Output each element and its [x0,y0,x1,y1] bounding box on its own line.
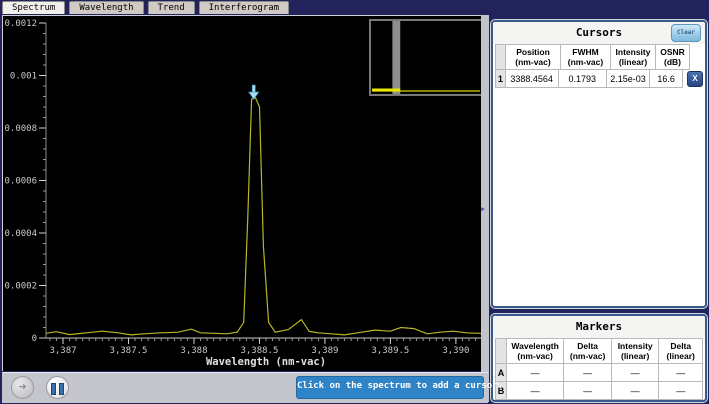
svg-text:3,388.5: 3,388.5 [240,346,278,356]
marker-row-b: B — — — — [495,382,703,400]
plot-canvas[interactable]: 3,387 3,387.5 3,388 3,388.5 3,389 3,389.5 3,39… [2,15,488,371]
collapse-arrow-icon[interactable]: ▶ [481,205,485,213]
tab-wavelength[interactable]: Wavelength [69,1,143,14]
marker-b-wavelength: — [507,382,564,400]
cursor-row-1: 1 3388.4564 0.1793 2.15e-03 16.6 X [495,70,703,88]
cursor-arrow-icon[interactable] [249,85,259,99]
tab-bar: Spectrum Wavelength Trend Interferogram [2,1,289,14]
bottom-toolbar: ➜ Click on the spectrum to add a cursor. [2,372,488,403]
spectrum-plot-svg[interactable]: 3,387 3,387.5 3,388 3,388.5 3,389 3,389.5 3,39… [3,16,487,370]
col-marker-intensity: Intensity (linear) [612,338,660,364]
clear-cursors-button[interactable]: Clear [671,24,701,42]
tab-trend[interactable]: Trend [148,1,195,14]
cursors-table: Position (nm-vac) FWHM (nm-vac) Intensit… [495,44,703,88]
markers-title-text: Markers [576,320,622,333]
pause-button[interactable] [46,376,69,399]
marker-b-delta-lin: — [659,382,703,400]
svg-text:0.0004: 0.0004 [4,229,37,239]
svg-text:3,389: 3,389 [311,346,338,356]
col-marker-wavelength: Wavelength (nm-vac) [507,338,564,364]
svg-text:3,388: 3,388 [180,346,207,356]
svg-text:3,387: 3,387 [49,346,76,356]
pause-icon [51,383,64,395]
col-intensity: Intensity (linear) [611,44,656,70]
svg-text:0.0002: 0.0002 [4,282,37,292]
svg-text:0.0012: 0.0012 [4,19,37,29]
col-marker-delta-nm: Delta (nm-vac) [564,338,612,364]
app-window: Spectrum Wavelength Trend Interferogram … [0,0,709,404]
tab-spectrum[interactable]: Spectrum [2,1,65,14]
svg-text:0.001: 0.001 [10,72,37,82]
col-position: Position (nm-vac) [506,44,561,70]
panel-splitter[interactable]: ▶ [481,15,489,402]
cursors-panel-title: Cursors Clear [493,22,705,44]
cursors-header-row: Position (nm-vac) FWHM (nm-vac) Intensit… [495,44,703,70]
markers-header-row: Wavelength (nm-vac) Delta (nm-vac) Inten… [495,338,703,364]
marker-a-intensity: — [612,364,660,382]
cursor-intensity-value: 2.15e-03 [607,70,650,88]
svg-text:0.0008: 0.0008 [4,124,37,134]
cursor-osnr-value: 16.6 [650,70,683,88]
col-fwhm: FWHM (nm-vac) [561,44,611,70]
marker-b-intensity: — [612,382,660,400]
cursors-title-text: Cursors [576,26,622,39]
marker-a-delta-nm: — [564,364,612,382]
svg-text:3,389.5: 3,389.5 [371,346,409,356]
x-axis-title: Wavelength (nm-vac) [206,356,326,368]
cursor-delete-cell: X [683,70,703,88]
markers-panel: Markers Wavelength (nm-vac) Delta (nm-va… [491,314,707,402]
cursor-fwhm-value: 0.1793 [559,70,607,88]
play-button[interactable]: ➜ [11,376,34,399]
col-osnr: OSNR (dB) [656,44,690,70]
play-arrow-icon: ➜ [12,377,33,398]
tab-interferogram[interactable]: Interferogram [199,1,289,14]
add-cursor-message-button[interactable]: Click on the spectrum to add a cursor. [296,376,484,399]
cursor-position-value: 3388.4564 [506,70,559,88]
marker-a-delta-lin: — [659,364,703,382]
markers-corner-cell [495,338,507,364]
spectrum-trace[interactable] [46,98,486,335]
cursors-panel: Cursors Clear Position (nm-vac) FWHM (nm… [491,20,707,308]
cursor-row-id: 1 [495,70,506,88]
svg-text:0.0006: 0.0006 [4,177,37,187]
marker-a-wavelength: — [507,364,564,382]
cursors-corner-cell [495,44,506,70]
marker-row-a: A — — — — [495,364,703,382]
svg-text:0: 0 [32,334,37,344]
markers-panel-title: Markers [493,316,705,338]
svg-text:3,390: 3,390 [442,346,469,356]
inset-overview [370,20,482,95]
col-marker-delta-lin: Delta (linear) [659,338,703,364]
markers-table: Wavelength (nm-vac) Delta (nm-vac) Inten… [495,338,703,400]
marker-a-id: A [495,364,507,382]
delete-cursor-button[interactable]: X [687,71,703,87]
marker-b-delta-nm: — [564,382,612,400]
svg-text:3,387.5: 3,387.5 [110,346,148,356]
